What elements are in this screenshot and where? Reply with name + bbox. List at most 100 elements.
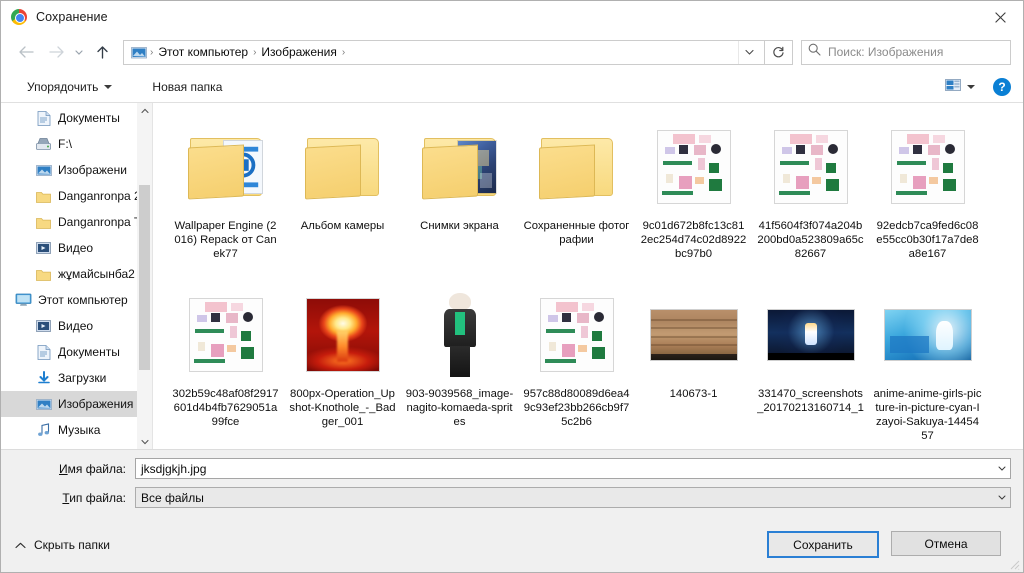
forward-arrow-icon[interactable] [41,38,71,66]
sidebar-item-drive-f[interactable]: F:\ [1,131,152,157]
up-arrow-icon[interactable] [87,38,117,66]
sidebar-item-videos[interactable]: Видео [1,313,152,339]
folder-thumbnail [297,121,389,213]
organize-button[interactable]: Упорядочить [21,77,118,97]
file-item[interactable]: Wallpaper Engine (2016) Repack от Canek7… [167,115,284,283]
file-name: 140673-1 [669,388,718,400]
file-item[interactable]: 331470_screenshots_20170213160714_1 [752,283,869,449]
file-item[interactable]: 903-9039568_image-nagito-komaeda-sprites [401,283,518,449]
filetype-select[interactable]: Все файлы [135,487,1011,508]
image-preview [305,298,380,372]
new-folder-button[interactable]: Новая папка [146,77,228,97]
folder-thumbnail [180,121,272,213]
hide-folders-label: Скрыть папки [34,537,110,552]
sidebar-item-label: Документы [58,111,120,125]
pictures-icon [35,396,52,412]
scroll-down-button[interactable] [137,434,152,449]
file-item[interactable]: 140673-1 [635,283,752,449]
cancel-button[interactable]: Отмена [891,531,1001,556]
sidebar-item-documents[interactable]: Документы [1,339,152,365]
sidebar-item-danganronpa-tr[interactable]: Danganronpa Tr [1,209,152,235]
this-pc-icon [15,292,32,308]
file-item[interactable]: 957c88d80089d6ea49c93ef23bb266cb9f75c2b6 [518,283,635,449]
videos-icon [35,318,52,334]
sidebar-scrollbar[interactable] [137,103,152,449]
dialog-footer: Скрыть папки Сохранить Отмена [1,516,1023,572]
refresh-button[interactable] [765,39,793,65]
breadcrumb-item-0[interactable]: Этот компьютер [154,45,252,59]
breadcrumb-item-1[interactable]: Изображения [257,45,340,59]
chevron-down-icon [967,84,975,89]
file-item[interactable]: 302b59c48af08f2917601d4b4fb7629051a99fce [167,283,284,449]
breadcrumb-separator: › [341,46,346,58]
image-thumbnail [882,121,974,213]
filename-input[interactable]: jksdjgkjh.jpg [135,458,1011,479]
sidebar-item-label: Изображени [58,163,127,177]
recent-locations-icon[interactable] [71,38,87,66]
image-preview [766,309,855,361]
file-name: Снимки экрана [420,220,499,232]
file-item[interactable]: 800px-Operation_Upshot-Knothole_-_Badger… [284,283,401,449]
view-options-button[interactable] [941,75,979,98]
sidebar-item-label: Музыка [58,423,101,437]
image-thumbnail [765,289,857,381]
navigation-sidebar[interactable]: Документы F:\ Изображени Danganronpa 2 D… [1,103,152,449]
search-box[interactable]: Поиск: Изображения [801,39,1011,65]
image-thumbnail [882,289,974,381]
breadcrumb[interactable]: › Этот компьютер › Изображения › [123,39,765,65]
sidebar-item-zhumaisynba2[interactable]: жұмайсынба2 [1,261,152,287]
file-name: 903-9039568_image-nagito-komaeda-sprites [405,388,514,428]
save-button[interactable]: Сохранить [767,531,879,558]
pictures-icon [35,162,52,178]
sidebar-item-label: F:\ [58,137,72,151]
file-item[interactable]: 9c01d672b8fc13c812ec254d74c02d8922bc97b0 [635,115,752,283]
window-title: Сохранение [36,9,108,24]
chevron-down-icon[interactable] [993,488,1010,507]
sidebar-item-documents-quick[interactable]: Документы [1,105,152,131]
hide-folders-button[interactable]: Скрыть папки [15,538,110,552]
file-name: Альбом камеры [300,220,385,232]
chevron-down-icon[interactable] [993,459,1010,478]
folder-icon [538,136,615,200]
image-preview [539,298,614,372]
file-item[interactable]: anime-anime-girls-picture-in-picture-cya… [869,283,986,449]
filename-row: Имя файла: jksdjgkjh.jpg [13,458,1011,479]
folder-icon [35,188,52,204]
file-item[interactable]: Сохраненные фотографии [518,115,635,283]
sidebar-item-label: Этот компьютер [38,293,128,307]
sidebar-item-music[interactable]: Музыка [1,417,152,443]
breadcrumb-dropdown-icon[interactable] [738,40,760,64]
image-preview [430,291,489,379]
file-item[interactable]: Снимки экрана [401,115,518,283]
file-item[interactable]: 41f5604f3f074a204b200bd0a523809a65c82667 [752,115,869,283]
image-preview [656,130,731,204]
sidebar-item-this-pc[interactable]: Этот компьютер [1,287,152,313]
help-button[interactable]: ? [993,77,1011,96]
sidebar-item-downloads[interactable]: Загрузки [1,365,152,391]
folder-thumbnail [531,121,623,213]
search-input[interactable]: Поиск: Изображения [828,45,943,59]
sidebar-item-pictures[interactable]: Изображения [1,391,152,417]
file-list[interactable]: Wallpaper Engine (2016) Repack от Canek7… [152,103,1023,449]
close-button[interactable] [977,1,1023,33]
sidebar-item-label: Danganronpa Tr [58,215,145,229]
sidebar-item-videos-quick[interactable]: Видео [1,235,152,261]
image-thumbnail [765,121,857,213]
back-arrow-icon[interactable] [11,38,41,66]
scrollbar-thumb[interactable] [139,185,150,370]
image-thumbnail [648,289,740,381]
sidebar-item-label: Загрузки [58,371,107,385]
drive-icon [35,136,52,152]
scroll-up-button[interactable] [137,103,152,118]
filename-value: jksdjgkjh.jpg [141,461,207,476]
footer-buttons: Сохранить Отмена [767,531,1001,558]
file-item[interactable]: Альбом камеры [284,115,401,283]
file-name: Wallpaper Engine (2016) Repack от Canek7… [174,220,277,260]
resize-grip[interactable] [1008,558,1020,570]
sidebar-item-danganronpa-2[interactable]: Danganronpa 2 [1,183,152,209]
dialog-body: Документы F:\ Изображени Danganronpa 2 D… [1,103,1023,450]
file-name: 9c01d672b8fc13c812ec254d74c02d8922bc97b0 [640,220,747,260]
navigation-bar: › Этот компьютер › Изображения › Поиск: … [1,33,1023,71]
sidebar-item-pictures-quick[interactable]: Изображени [1,157,152,183]
file-item[interactable]: 92edcb7ca9fed6c08e55cc0b30f17a7de8a8e167 [869,115,986,283]
